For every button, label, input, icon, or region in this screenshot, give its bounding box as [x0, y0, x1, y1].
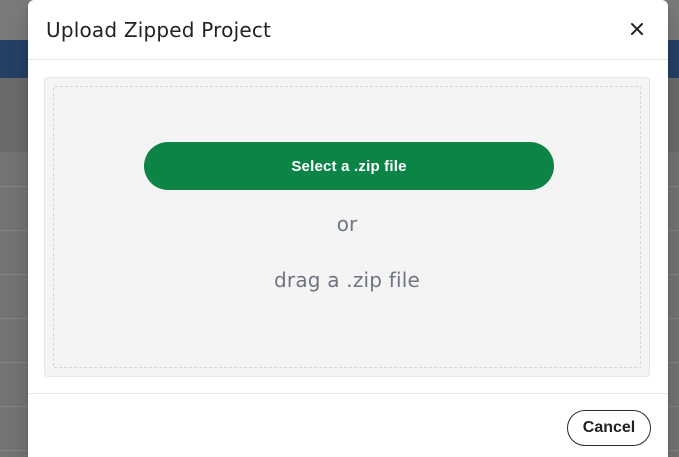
or-separator-text: or [336, 212, 358, 236]
modal-title: Upload Zipped Project [46, 18, 272, 42]
modal-body: Select a .zip file or drag a .zip file [28, 61, 668, 393]
modal-footer: Cancel [28, 393, 668, 457]
dropzone-dashed-area: Select a .zip file or drag a .zip file [53, 86, 641, 368]
upload-zipped-project-modal: Upload Zipped Project Select a .zip file… [28, 0, 668, 457]
modal-header: Upload Zipped Project [28, 0, 668, 60]
drag-instructions-text: drag a .zip file [274, 268, 420, 292]
close-icon [631, 23, 643, 35]
close-button[interactable] [626, 18, 648, 40]
cancel-button[interactable]: Cancel [567, 410, 651, 446]
select-zip-file-button[interactable]: Select a .zip file [144, 142, 554, 190]
file-dropzone[interactable]: Select a .zip file or drag a .zip file [44, 77, 650, 377]
